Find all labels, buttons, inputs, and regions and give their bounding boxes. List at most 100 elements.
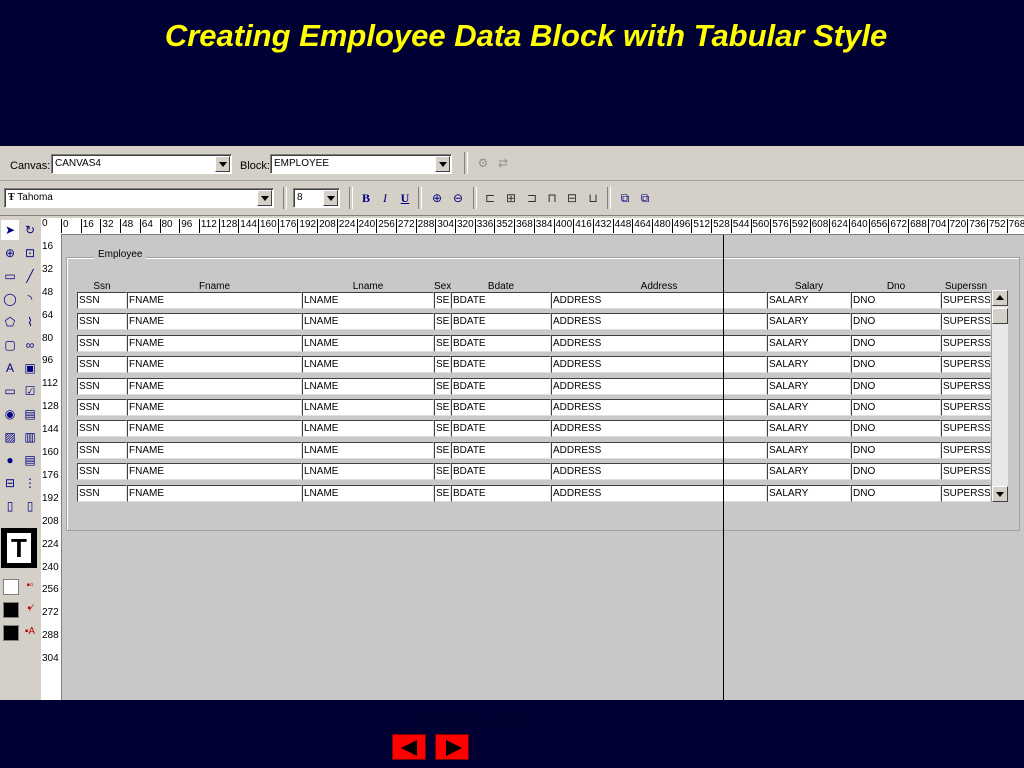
field-lname[interactable]: LNAME — [302, 484, 434, 502]
field-lname[interactable]: LNAME — [302, 377, 434, 395]
freehand-icon[interactable]: ∞ — [21, 335, 39, 355]
bring-to-front-icon[interactable]: ⧉ — [616, 189, 634, 207]
checkbox-icon[interactable]: ☑ — [21, 381, 39, 401]
field-lname[interactable]: LNAME — [302, 463, 434, 481]
text-tool-icon[interactable]: A — [1, 358, 19, 378]
field-fname[interactable]: FNAME — [127, 334, 302, 352]
italic-button[interactable]: I — [376, 189, 394, 207]
magnify-icon[interactable]: ⊕ — [1, 243, 19, 263]
field-superssn[interactable]: SUPERSSN — [941, 292, 991, 309]
field-salary[interactable]: SALARY — [767, 484, 851, 502]
field-address[interactable]: ADDRESS — [551, 484, 767, 502]
frame-icon[interactable]: ▣ — [21, 358, 39, 378]
layout-canvas[interactable]: Employee Ssn Fname Lname Sex Bdate Address Sal… — [62, 235, 1024, 700]
field-address[interactable]: ADDRESS — [551, 356, 767, 374]
polyline-icon[interactable]: ⌇ — [21, 312, 39, 332]
field-salary[interactable]: SALARY — [767, 292, 851, 309]
stacked-canvas-icon[interactable]: ▯ — [1, 496, 19, 516]
chevron-down-icon[interactable] — [257, 190, 272, 206]
field-address[interactable]: ADDRESS — [551, 441, 767, 459]
field-address[interactable]: ADDRESS — [551, 334, 767, 352]
polygon-icon[interactable]: ⬠ — [1, 312, 19, 332]
field-ssn[interactable]: SSN — [77, 334, 127, 352]
field-bdate[interactable]: BDATE — [451, 420, 551, 438]
button-tool-icon[interactable]: ▭ — [1, 381, 19, 401]
vertical-scrollbar[interactable] — [991, 290, 1008, 502]
field-fname[interactable]: FNAME — [127, 377, 302, 395]
field-fname[interactable]: FNAME — [127, 484, 302, 502]
block-select[interactable]: EMPLOYEE — [270, 154, 452, 174]
scroll-up-button[interactable] — [992, 290, 1008, 306]
select-arrow-icon[interactable]: ➤ — [1, 220, 19, 240]
chevron-down-icon[interactable] — [435, 156, 450, 172]
field-address[interactable]: ADDRESS — [551, 377, 767, 395]
field-salary[interactable]: SALARY — [767, 313, 851, 331]
line-icon[interactable]: ╱ — [21, 266, 39, 286]
sound-icon[interactable]: ● — [1, 450, 19, 470]
field-lname[interactable]: LNAME — [302, 313, 434, 331]
field-bdate[interactable]: BDATE — [451, 356, 551, 374]
chart-icon[interactable]: ▥ — [21, 427, 39, 447]
field-bdate[interactable]: BDATE — [451, 399, 551, 416]
align-top-icon[interactable]: ⊓ — [543, 189, 561, 207]
field-sex[interactable]: SEX — [434, 484, 451, 502]
ellipse-icon[interactable]: ◯ — [1, 289, 19, 309]
rounded-rectangle-icon[interactable]: ▢ — [1, 335, 19, 355]
field-dno[interactable]: DNO — [851, 399, 941, 416]
field-salary[interactable]: SALARY — [767, 463, 851, 481]
next-slide-button[interactable] — [435, 734, 469, 760]
previous-slide-button[interactable] — [392, 734, 426, 760]
field-ssn[interactable]: SSN — [77, 484, 127, 502]
field-dno[interactable]: DNO — [851, 484, 941, 502]
field-superssn[interactable]: SUPERSSN — [941, 441, 991, 459]
list-item-icon[interactable]: ▤ — [21, 450, 39, 470]
field-lname[interactable]: LNAME — [302, 441, 434, 459]
align-center-icon[interactable]: ⊞ — [502, 189, 520, 207]
field-dno[interactable]: DNO — [851, 377, 941, 395]
field-sex[interactable]: SEX — [434, 377, 451, 395]
field-ssn[interactable]: SSN — [77, 463, 127, 481]
align-right-icon[interactable]: ⊐ — [523, 189, 541, 207]
field-superssn[interactable]: SUPERSSN — [941, 484, 991, 502]
chevron-down-icon[interactable] — [323, 190, 338, 206]
tab-canvas-icon[interactable]: ⊟ — [1, 473, 19, 493]
field-fname[interactable]: FNAME — [127, 292, 302, 309]
chevron-down-icon[interactable] — [215, 156, 230, 172]
field-dno[interactable]: DNO — [851, 292, 941, 309]
field-address[interactable]: ADDRESS — [551, 420, 767, 438]
field-fname[interactable]: FNAME — [127, 399, 302, 416]
field-salary[interactable]: SALARY — [767, 420, 851, 438]
field-fname[interactable]: FNAME — [127, 313, 302, 331]
send-to-back-icon[interactable]: ⧉ — [636, 189, 654, 207]
field-superssn[interactable]: SUPERSSN — [941, 356, 991, 374]
field-dno[interactable]: DNO — [851, 441, 941, 459]
hierarchical-tree-icon[interactable]: ⋮ — [21, 473, 39, 493]
field-ssn[interactable]: SSN — [77, 356, 127, 374]
field-ssn[interactable]: SSN — [77, 441, 127, 459]
field-sex[interactable]: SEX — [434, 399, 451, 416]
field-salary[interactable]: SALARY — [767, 356, 851, 374]
rotate-icon[interactable]: ↻ — [21, 220, 39, 240]
field-dno[interactable]: DNO — [851, 313, 941, 331]
field-superssn[interactable]: SUPERSSN — [941, 377, 991, 395]
field-address[interactable]: ADDRESS — [551, 399, 767, 416]
reshape-icon[interactable]: ⊡ — [21, 243, 39, 263]
field-dno[interactable]: DNO — [851, 463, 941, 481]
line-color-swatch[interactable] — [3, 602, 19, 618]
field-fname[interactable]: FNAME — [127, 356, 302, 374]
field-sex[interactable]: SEX — [434, 420, 451, 438]
field-fname[interactable]: FNAME — [127, 441, 302, 459]
field-lname[interactable]: LNAME — [302, 420, 434, 438]
sync-icon[interactable]: ⇄ — [494, 154, 512, 172]
underline-button[interactable]: U — [396, 189, 414, 207]
text-item-icon[interactable]: ▤ — [21, 404, 39, 424]
zoom-out-icon[interactable]: ⊖ — [449, 189, 467, 207]
field-salary[interactable]: SALARY — [767, 377, 851, 395]
bold-button[interactable]: B — [357, 189, 375, 207]
field-ssn[interactable]: SSN — [77, 399, 127, 416]
field-lname[interactable]: LNAME — [302, 292, 434, 309]
font-select[interactable]: Ŧ Tahoma — [4, 188, 274, 208]
arc-icon[interactable]: ◝ — [21, 289, 39, 309]
field-sex[interactable]: SEX — [434, 313, 451, 331]
field-dno[interactable]: DNO — [851, 356, 941, 374]
